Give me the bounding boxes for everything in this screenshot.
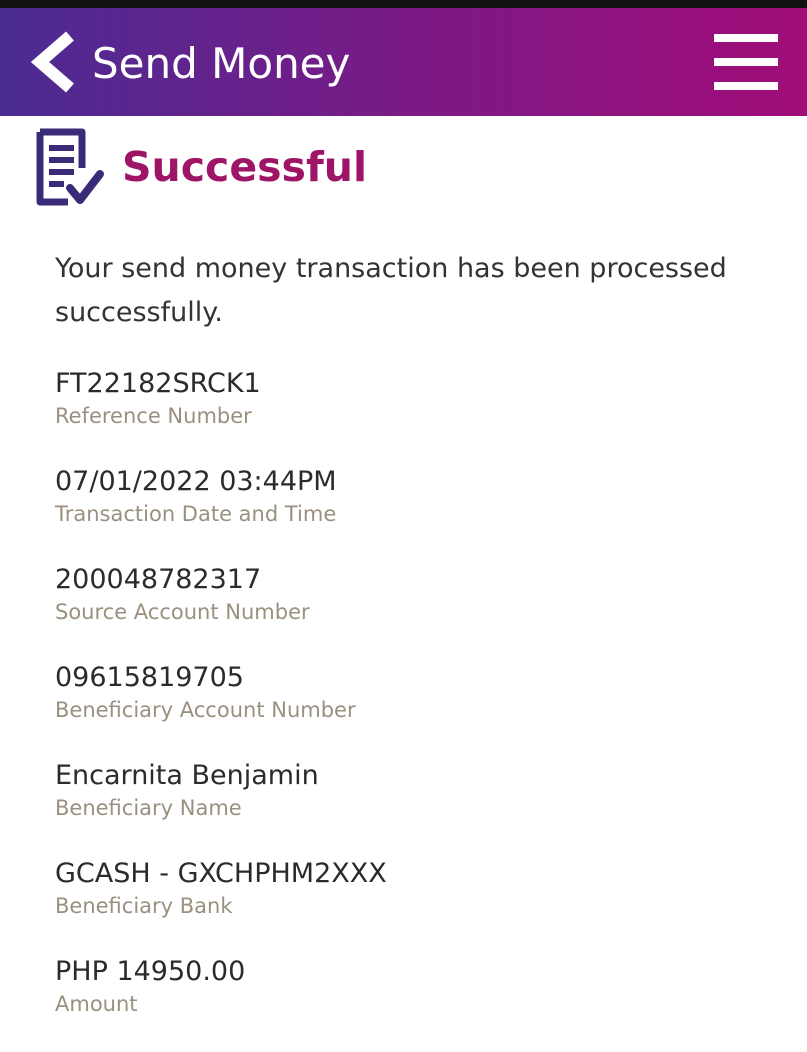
app-header: Send Money	[0, 8, 807, 116]
transaction-details: FT22182SRCK1 Reference Number 07/01/2022…	[55, 366, 775, 1052]
system-status-bar	[0, 0, 807, 8]
detail-row-amount: PHP 14950.00 Amount	[55, 954, 775, 1052]
transaction-date-label: Transaction Date and Time	[55, 502, 337, 526]
detail-row-transaction-date: 07/01/2022 03:44PM Transaction Date and …	[55, 464, 775, 562]
confirmation-message: Your send money transaction has been pro…	[55, 253, 727, 328]
detail-row-beneficiary-account: 09615819705 Beneficiary Account Number	[55, 660, 775, 758]
status-title: Successful	[122, 143, 368, 191]
receipt-check-icon	[34, 128, 106, 208]
beneficiary-bank-label: Beneficiary Bank	[55, 894, 233, 918]
detail-row-source-account: 200048782317 Source Account Number	[55, 562, 775, 660]
beneficiary-account-label: Beneficiary Account Number	[55, 698, 356, 722]
amount-value: PHP 14950.00	[55, 956, 246, 987]
menu-button[interactable]	[712, 34, 780, 90]
page-title: Send Money	[92, 39, 351, 88]
detail-row-reference-number: FT22182SRCK1 Reference Number	[55, 366, 775, 464]
detail-row-beneficiary-name: Encarnita Benjamin Beneficiary Name	[55, 758, 775, 856]
back-button[interactable]	[26, 30, 82, 94]
transaction-date-value: 07/01/2022 03:44PM	[55, 466, 337, 497]
beneficiary-account-value: 09615819705	[55, 662, 244, 693]
beneficiary-name-value: Encarnita Benjamin	[55, 760, 319, 791]
detail-row-beneficiary-bank: GCASH - GXCHPHM2XXX Beneficiary Bank	[55, 856, 775, 954]
beneficiary-name-label: Beneficiary Name	[55, 796, 242, 820]
reference-number-value: FT22182SRCK1	[55, 368, 261, 399]
chevron-left-icon	[30, 31, 74, 93]
beneficiary-bank-value: GCASH - GXCHPHM2XXX	[55, 858, 387, 889]
source-account-value: 200048782317	[55, 564, 262, 595]
hamburger-menu-icon	[714, 34, 778, 42]
amount-label: Amount	[55, 992, 138, 1016]
reference-number-label: Reference Number	[55, 404, 252, 428]
source-account-label: Source Account Number	[55, 600, 310, 624]
